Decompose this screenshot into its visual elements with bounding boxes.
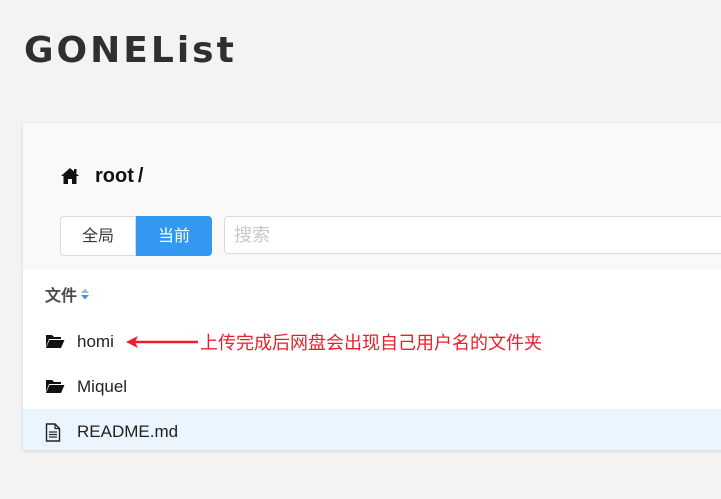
breadcrumb-separator: / xyxy=(137,164,144,187)
search-scope-toggle: 全局 当前 xyxy=(60,216,212,256)
file-browser-card: root / 全局 当前 文件 homi xyxy=(23,123,721,450)
sort-icon[interactable] xyxy=(80,287,90,301)
folder-open-icon xyxy=(45,378,65,396)
file-name[interactable]: homi xyxy=(77,332,114,352)
table-row[interactable]: homi 上传完成后网盘会出现自己用户名的文件夹 xyxy=(23,319,721,364)
app-title: GONEList xyxy=(24,30,237,71)
file-table: 文件 homi 上传完成后网盘会出现自己用户名的文件夹 Miquel READM… xyxy=(23,269,721,450)
file-text-icon xyxy=(45,422,65,442)
home-icon[interactable] xyxy=(60,167,80,185)
column-header-label: 文件 xyxy=(45,286,78,305)
breadcrumb: root / xyxy=(60,163,143,189)
file-name[interactable]: Miquel xyxy=(77,377,127,397)
annotation-text: 上传完成后网盘会出现自己用户名的文件夹 xyxy=(200,332,542,354)
annotation-callout: 上传完成后网盘会出现自己用户名的文件夹 xyxy=(126,319,542,364)
column-header-file[interactable]: 文件 xyxy=(23,269,721,319)
arrow-left-icon xyxy=(126,335,198,349)
scope-global-button[interactable]: 全局 xyxy=(60,216,136,256)
file-name[interactable]: README.md xyxy=(77,422,178,442)
table-row[interactable]: README.md xyxy=(23,409,721,450)
folder-open-icon xyxy=(45,333,65,351)
search-input[interactable] xyxy=(224,216,721,254)
scope-current-button[interactable]: 当前 xyxy=(136,216,212,256)
breadcrumb-root[interactable]: root xyxy=(95,165,134,188)
table-row[interactable]: Miquel xyxy=(23,364,721,409)
